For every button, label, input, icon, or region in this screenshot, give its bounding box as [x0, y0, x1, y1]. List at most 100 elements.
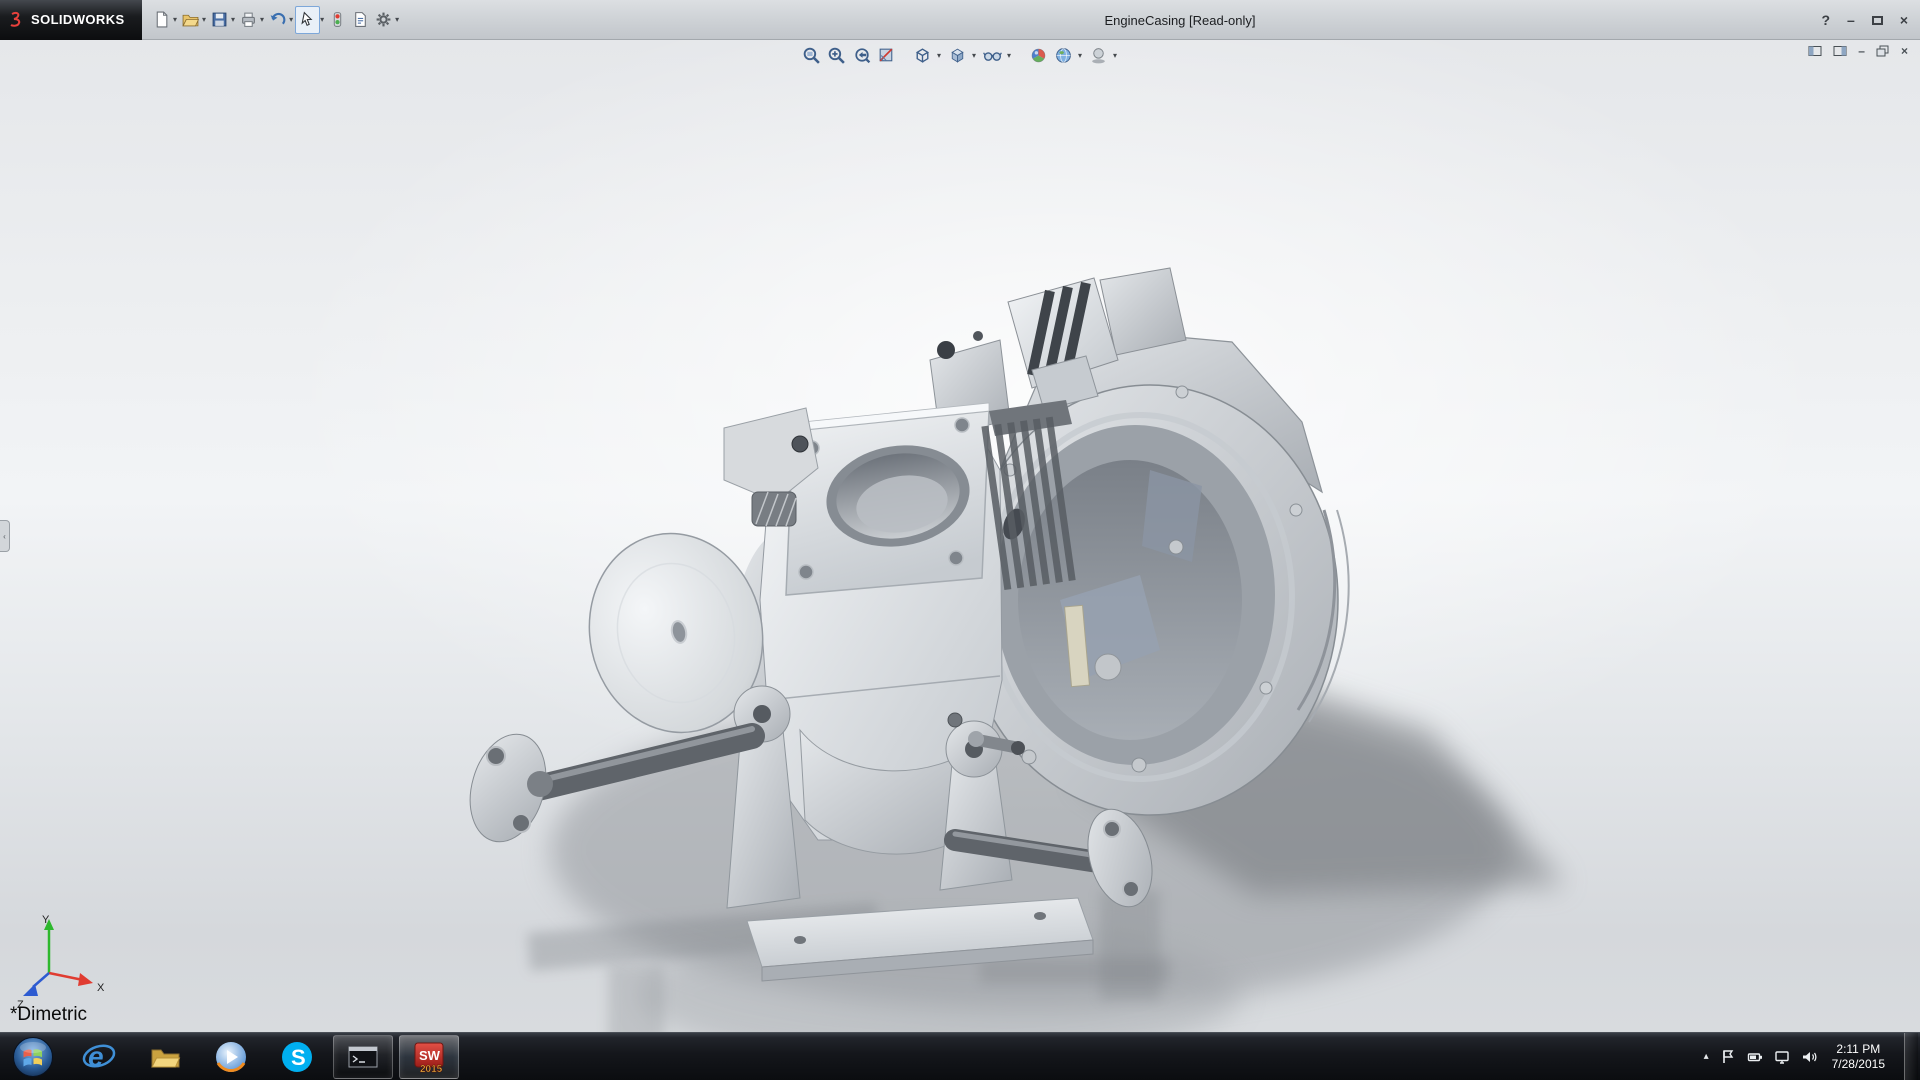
brand-text: SOLIDWORKS: [31, 12, 125, 27]
media-player-icon: [213, 1039, 249, 1075]
zoom-to-fit-icon: [802, 46, 821, 65]
select-cursor-icon: [299, 11, 316, 28]
view-orientation-cube-icon: [913, 46, 932, 65]
file-properties-button[interactable]: [349, 6, 372, 34]
undo-button[interactable]: [266, 6, 289, 34]
show-desktop-button[interactable]: [1904, 1033, 1918, 1080]
show-hidden-icons-button[interactable]: ▴: [1704, 1051, 1709, 1062]
taskbar-internet-explorer[interactable]: e: [69, 1035, 129, 1079]
help-button[interactable]: ?: [1821, 12, 1830, 28]
doc-close-button[interactable]: ×: [1901, 44, 1908, 58]
triad-y-label: Y: [42, 914, 50, 926]
window-title: EngineCasing [Read-only]: [1050, 0, 1310, 40]
save-button[interactable]: [208, 6, 231, 34]
doc-restore-button[interactable]: [1876, 45, 1890, 57]
svg-text:SW: SW: [419, 1048, 441, 1063]
taskbar-solidworks-2015[interactable]: SW 2015: [399, 1035, 459, 1079]
zoom-to-area-button[interactable]: [826, 45, 847, 66]
system-tray: ▴ 2:11 PM: [1704, 1033, 1920, 1080]
clock-time: 2:11 PM: [1832, 1042, 1885, 1057]
options-gear-icon: [375, 11, 392, 28]
zoom-to-area-icon: [827, 46, 846, 65]
start-button[interactable]: [0, 1033, 66, 1080]
cylinder-plate: [786, 403, 989, 595]
taskbar-media-player[interactable]: [201, 1035, 261, 1079]
view-orientation-button[interactable]: [912, 45, 933, 66]
file-properties-icon: [352, 11, 369, 28]
options-dropdown-arrow[interactable]: ▾: [395, 15, 399, 24]
title-bar: SOLIDWORKS ▾ ▾ ▾ ▾: [0, 0, 1920, 40]
select-dropdown-arrow[interactable]: ▾: [320, 15, 324, 24]
svg-text:S: S: [291, 1045, 306, 1070]
rebuild-icon: [329, 11, 346, 28]
triad-x-label: X: [97, 982, 105, 994]
apply-scene-button[interactable]: [1053, 45, 1074, 66]
taskbar-command-window[interactable]: [333, 1035, 393, 1079]
options-button[interactable]: [372, 6, 395, 34]
hide-show-items-button[interactable]: [982, 45, 1003, 66]
zoom-to-fit-button[interactable]: [801, 45, 822, 66]
action-center-flag-icon[interactable]: [1720, 1049, 1736, 1065]
network-icon[interactable]: [1774, 1049, 1790, 1065]
window-controls: ? – ×: [1821, 0, 1908, 40]
graphics-viewport[interactable]: Y X Z *Dimetric ‹: [0, 40, 1920, 1032]
internet-explorer-icon: e: [81, 1039, 117, 1075]
section-view-icon: [877, 46, 896, 65]
svg-text:2015: 2015: [420, 1064, 443, 1074]
volume-icon[interactable]: [1801, 1049, 1817, 1065]
heads-up-toolbar: ▾ ▾ ▾: [0, 40, 1920, 70]
pane-right-icon[interactable]: [1833, 45, 1847, 57]
folder-icon: [147, 1039, 183, 1075]
taskbar-clock[interactable]: 2:11 PM 7/28/2015: [1828, 1042, 1893, 1072]
display-style-dropdown-arrow[interactable]: ▾: [972, 51, 976, 60]
engine-casing-model: [0, 40, 1920, 1032]
open-button[interactable]: [179, 6, 202, 34]
previous-view-button[interactable]: [851, 45, 872, 66]
close-button[interactable]: ×: [1900, 12, 1908, 28]
view-settings-button[interactable]: [1088, 45, 1109, 66]
apply-scene-dropdown-arrow[interactable]: ▾: [1078, 51, 1082, 60]
apply-scene-globe-icon: [1054, 46, 1073, 65]
open-folder-icon: [182, 11, 199, 28]
display-style-button[interactable]: [947, 45, 968, 66]
select-button[interactable]: [295, 6, 320, 34]
view-orientation-dropdown-arrow[interactable]: ▾: [937, 51, 941, 60]
solidworks-brand: SOLIDWORKS: [0, 0, 142, 40]
edit-appearance-ball-icon: [1029, 46, 1048, 65]
doc-minimize-button[interactable]: –: [1858, 44, 1865, 58]
hide-show-dropdown-arrow[interactable]: ▾: [1007, 51, 1011, 60]
taskbar-windows-explorer[interactable]: [135, 1035, 195, 1079]
display-style-cube-icon: [948, 46, 967, 65]
minimize-button[interactable]: –: [1847, 12, 1855, 28]
view-orientation-label: *Dimetric: [10, 1004, 87, 1026]
taskbar-skype[interactable]: S: [267, 1035, 327, 1079]
new-document-icon: [153, 11, 170, 28]
rebuild-button[interactable]: [326, 6, 349, 34]
windows-orb-icon: [11, 1035, 55, 1079]
pane-left-icon[interactable]: [1808, 45, 1822, 57]
open-dropdown-arrow[interactable]: ▾: [202, 15, 206, 24]
new-dropdown-arrow[interactable]: ▾: [173, 15, 177, 24]
section-view-button[interactable]: [876, 45, 897, 66]
command-window-icon: [348, 1045, 378, 1069]
previous-view-icon: [852, 46, 871, 65]
print-button[interactable]: [237, 6, 260, 34]
undo-icon: [269, 11, 286, 28]
print-icon: [240, 11, 257, 28]
solidworks-logo-icon: [8, 11, 26, 29]
new-document-button[interactable]: [150, 6, 173, 34]
main-toolbar: ▾ ▾ ▾ ▾ ▾: [150, 0, 401, 39]
clock-date: 7/28/2015: [1832, 1057, 1885, 1072]
save-dropdown-arrow[interactable]: ▾: [231, 15, 235, 24]
view-settings-dropdown-arrow[interactable]: ▾: [1113, 51, 1117, 60]
document-window-controls: – ×: [1808, 44, 1908, 58]
hide-show-glasses-icon: [983, 46, 1002, 65]
undo-dropdown-arrow[interactable]: ▾: [289, 15, 293, 24]
maximize-button[interactable]: [1872, 16, 1883, 25]
power-icon[interactable]: [1747, 1049, 1763, 1065]
edit-appearance-button[interactable]: [1028, 45, 1049, 66]
print-dropdown-arrow[interactable]: ▾: [260, 15, 264, 24]
taskbar: e S: [0, 1032, 1920, 1080]
feature-manager-collapsed-tab[interactable]: ‹: [0, 520, 10, 552]
view-settings-shadow-icon: [1089, 46, 1108, 65]
